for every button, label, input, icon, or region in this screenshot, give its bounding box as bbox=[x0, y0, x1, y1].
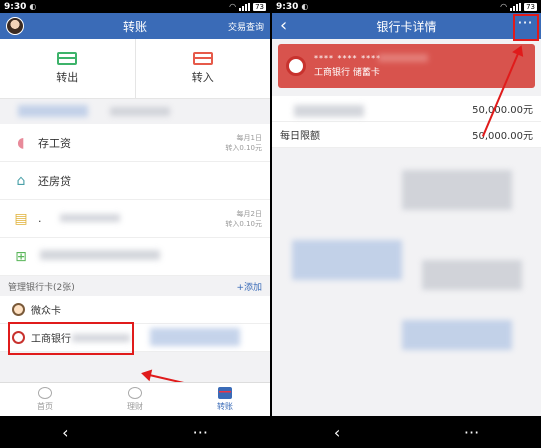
money-bag-icon bbox=[128, 387, 142, 399]
card-label: 微众卡 bbox=[31, 306, 61, 317]
wifi-icon: ◠ bbox=[229, 2, 237, 11]
tab-finance[interactable]: 理财 bbox=[90, 383, 180, 416]
status-bar: 9:30 ◐ ◠ 73 bbox=[0, 0, 270, 13]
signal-icon bbox=[510, 2, 522, 11]
transfer-out-button[interactable]: 转出 bbox=[0, 39, 135, 98]
plan-schedule: 每月1日 转入0.10元 bbox=[225, 133, 262, 153]
right-screen: 9:30 ◐ ◠ 73 ‹ 银行卡详情 ··· **** **** **** 工… bbox=[272, 0, 541, 448]
plan-item-mortgage[interactable]: ⌂ 还房贷 bbox=[0, 162, 270, 200]
nav-bar: ‹ 银行卡详情 ··· bbox=[272, 13, 541, 39]
avatar[interactable] bbox=[6, 17, 24, 35]
status-time: 9:30 bbox=[276, 1, 299, 12]
transfer-in-label: 转入 bbox=[191, 71, 214, 84]
tab-label: 首页 bbox=[37, 402, 53, 411]
left-screen: 9:30 ◐ ◠ 73 转账 交易查询 转出 转入 ◖ 存工资 每月1日 转入0… bbox=[0, 0, 270, 448]
notification-icon: ◐ bbox=[29, 2, 37, 11]
card-icon bbox=[218, 387, 232, 399]
single-limit-row: 50,000.00元 bbox=[272, 96, 541, 122]
tab-transfer[interactable]: 转账 bbox=[180, 383, 270, 416]
plan-item-other[interactable]: ▤ . 每月2日 转入0.10元 bbox=[0, 200, 270, 238]
manage-cards-label: 管理银行卡(2张) bbox=[8, 282, 75, 293]
plan-date: 每月1日 bbox=[236, 134, 262, 142]
plan-amount: 转入0.10元 bbox=[225, 220, 262, 228]
blurred-banner bbox=[0, 99, 270, 124]
status-time: 9:30 bbox=[4, 1, 27, 12]
notification-icon: ◐ bbox=[301, 2, 309, 11]
signal-icon bbox=[239, 2, 251, 11]
plan-item-add[interactable]: ⊞ bbox=[0, 238, 270, 276]
battery-level: 73 bbox=[524, 2, 537, 11]
plan-amount: 转入0.10元 bbox=[225, 144, 262, 152]
system-menu-button[interactable]: ··· bbox=[193, 423, 208, 442]
card-out-icon bbox=[57, 52, 78, 65]
system-menu-button[interactable]: ··· bbox=[464, 423, 479, 442]
tab-label: 转账 bbox=[217, 402, 233, 411]
system-back-button[interactable]: ‹ bbox=[334, 423, 340, 442]
weizhong-logo-icon bbox=[12, 303, 25, 316]
status-bar: 9:30 ◐ ◠ 73 bbox=[272, 0, 541, 13]
highlight-icbc-card bbox=[8, 322, 134, 355]
system-nav-bar: ‹ ··· bbox=[0, 416, 270, 448]
tab-home[interactable]: 首页 bbox=[0, 383, 90, 416]
bank-card: **** **** **** 工商银行 储蓄卡 bbox=[278, 44, 535, 88]
transaction-query-link[interactable]: 交易查询 bbox=[228, 20, 264, 33]
manage-cards-header: 管理银行卡(2张) +添加 bbox=[0, 276, 270, 296]
daily-limit-row: 每日限额 50,000.00元 bbox=[272, 122, 541, 148]
card-name: 工商银行 储蓄卡 bbox=[314, 68, 380, 78]
plan-schedule: 每月2日 转入0.10元 bbox=[225, 209, 262, 229]
back-button[interactable]: ‹ bbox=[280, 17, 287, 35]
card-in-icon bbox=[192, 52, 213, 65]
system-back-button[interactable]: ‹ bbox=[62, 423, 68, 442]
system-nav-bar: ‹ ··· bbox=[272, 416, 541, 448]
add-card-link[interactable]: +添加 bbox=[236, 280, 262, 293]
plan-label: . bbox=[38, 212, 42, 225]
card-item-weizhong[interactable]: 微众卡 bbox=[0, 296, 270, 324]
add-plan-icon: ⊞ bbox=[15, 248, 27, 265]
plan-item-salary[interactable]: ◖ 存工资 每月1日 转入0.10元 bbox=[0, 124, 270, 162]
more-options-button[interactable]: ··· bbox=[515, 15, 535, 34]
transfer-out-label: 转出 bbox=[56, 71, 79, 84]
house-icon: ⌂ bbox=[16, 172, 26, 189]
single-limit-value: 50,000.00元 bbox=[472, 105, 533, 116]
nav-bar: 转账 交易查询 bbox=[0, 13, 270, 39]
plan-label: 还房贷 bbox=[38, 174, 71, 188]
plan-list: ◖ 存工资 每月1日 转入0.10元 ⌂ 还房贷 ▤ . 每月2日 转入0.10… bbox=[0, 124, 270, 276]
document-icon: ▤ bbox=[14, 210, 28, 227]
transfer-in-button[interactable]: 转入 bbox=[134, 39, 271, 98]
card-number: **** **** **** bbox=[314, 54, 382, 63]
page-title: 银行卡详情 bbox=[376, 19, 437, 34]
tab-bar: 首页 理财 转账 bbox=[0, 382, 270, 416]
clock-icon bbox=[38, 387, 52, 399]
plan-date: 每月2日 bbox=[236, 210, 262, 218]
transfer-actions: 转出 转入 bbox=[0, 39, 270, 99]
piggy-bank-icon: ◖ bbox=[17, 134, 25, 151]
icbc-logo-icon bbox=[286, 56, 306, 76]
daily-limit-label: 每日限额 bbox=[280, 131, 320, 142]
wifi-icon: ◠ bbox=[500, 2, 508, 11]
plan-label: 存工资 bbox=[38, 136, 71, 150]
tab-label: 理财 bbox=[127, 402, 143, 411]
battery-level: 73 bbox=[253, 2, 266, 11]
